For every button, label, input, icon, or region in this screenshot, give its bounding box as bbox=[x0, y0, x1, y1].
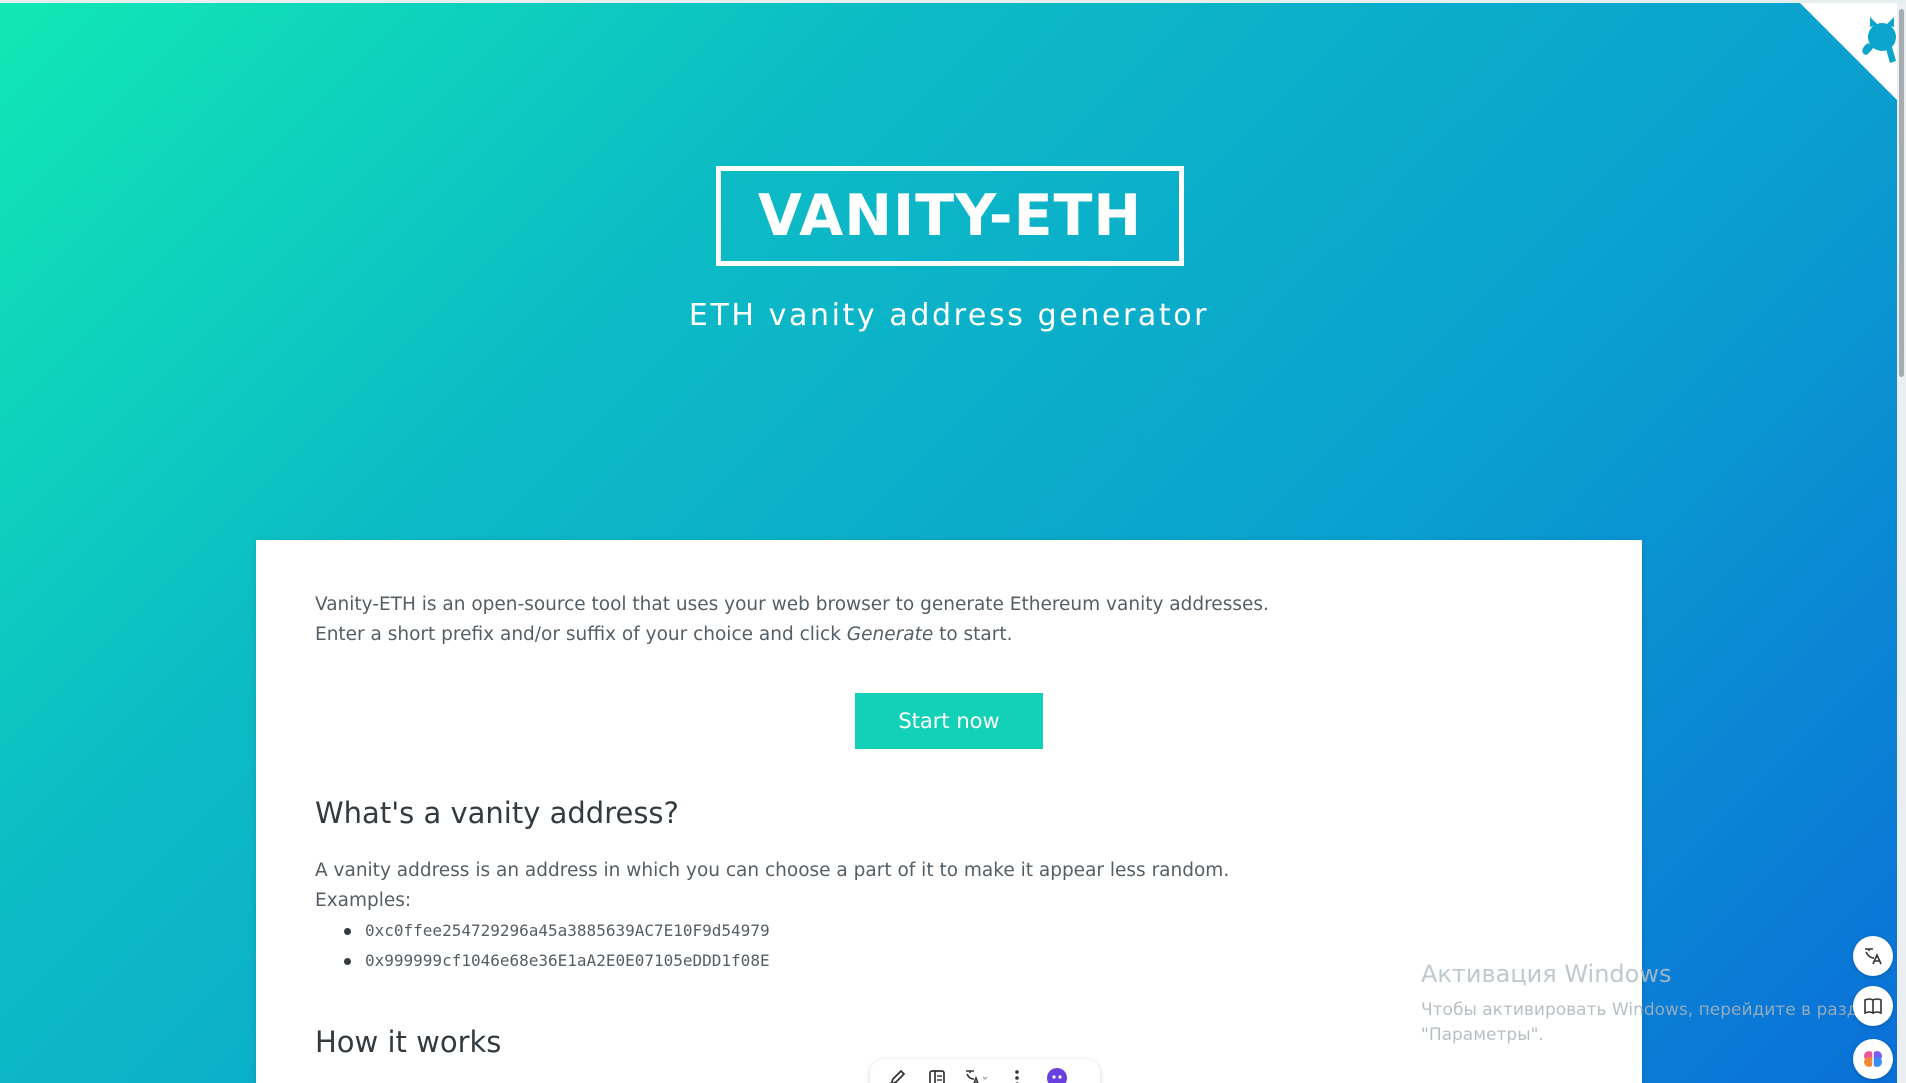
page-subtitle: ETH vanity address generator bbox=[688, 298, 1210, 333]
brain-icon bbox=[1864, 1051, 1882, 1067]
github-octocat-icon bbox=[1800, 3, 1906, 109]
scrollbar-thumb[interactable] bbox=[1899, 9, 1904, 377]
floating-toolbar bbox=[870, 1059, 1100, 1083]
github-corner-link[interactable] bbox=[1800, 3, 1906, 109]
intro-text-line-1: Vanity-ETH is an open-source tool that u… bbox=[315, 594, 1269, 615]
bullet-icon bbox=[344, 958, 351, 965]
page: VANITY-ETH ETH vanity address generator … bbox=[0, 0, 1906, 1083]
windows-activation-watermark: Активация Windows Чтобы активировать Win… bbox=[1421, 960, 1880, 1048]
watermark-title: Активация Windows bbox=[1421, 960, 1672, 988]
start-now-button[interactable]: Start now bbox=[855, 693, 1043, 749]
vanity-address-heading: What's a vanity address? bbox=[315, 796, 679, 830]
how-it-works-heading: How it works bbox=[315, 1025, 502, 1059]
example-address: 0xc0ffee254729296a45a3885639AC7E10F9d549… bbox=[365, 921, 770, 940]
scrollbar[interactable] bbox=[1897, 3, 1906, 1083]
translate-icon bbox=[1865, 948, 1882, 965]
intro-text-after: to start. bbox=[933, 624, 1013, 645]
book-icon bbox=[1864, 998, 1882, 1015]
examples-list: 0xc0ffee254729296a45a3885639AC7E10F9d549… bbox=[315, 921, 770, 981]
translate-icon[interactable] bbox=[964, 1067, 990, 1083]
watermark-line-1: Чтобы активировать Windows, перейдите в … bbox=[1421, 1000, 1880, 1020]
examples-label: Examples: bbox=[315, 890, 412, 911]
hero-title-box: VANITY-ETH bbox=[716, 166, 1184, 266]
sidebar-icon[interactable] bbox=[924, 1067, 950, 1083]
intro-text-before: Enter a short prefix and/or suffix of yo… bbox=[315, 624, 847, 645]
example-address: 0x999999cf1046e68e36E1aA2E0E07105eDDD1f0… bbox=[365, 951, 770, 970]
bullet-icon bbox=[344, 928, 351, 935]
intro-text-line-2: Enter a short prefix and/or suffix of yo… bbox=[315, 624, 1013, 645]
highlighter-icon[interactable] bbox=[884, 1067, 910, 1083]
list-item: 0x999999cf1046e68e36E1aA2E0E07105eDDD1f0… bbox=[315, 951, 770, 981]
more-icon[interactable] bbox=[1004, 1067, 1030, 1083]
vanity-address-description: A vanity address is an address in which … bbox=[315, 860, 1230, 881]
floating-ai-button[interactable] bbox=[1853, 1039, 1893, 1079]
floating-reader-button[interactable] bbox=[1853, 986, 1893, 1026]
generate-emphasis: Generate bbox=[846, 624, 934, 645]
list-item: 0xc0ffee254729296a45a3885639AC7E10F9d549… bbox=[315, 921, 770, 951]
page-title: VANITY-ETH bbox=[757, 182, 1143, 249]
floating-translate-button[interactable] bbox=[1853, 936, 1893, 976]
assistant-icon[interactable] bbox=[1044, 1067, 1070, 1083]
watermark-line-2: "Параметры". bbox=[1421, 1025, 1544, 1045]
